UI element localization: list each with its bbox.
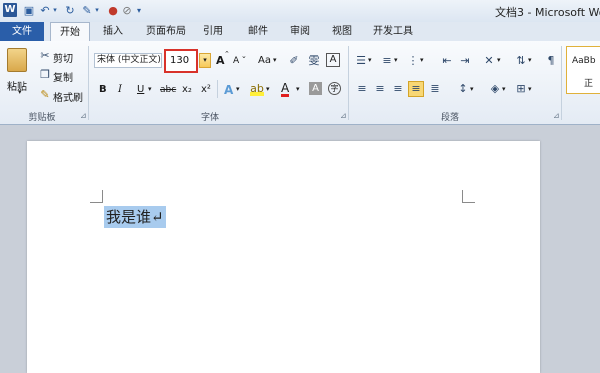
decrease-indent-icon[interactable]: ⇤ [440, 54, 454, 68]
strikethrough-button[interactable]: abc [160, 85, 176, 95]
format-painter-icon[interactable]: ✎ [38, 88, 52, 102]
multilevel-list-icon[interactable]: ⋮ [406, 54, 420, 68]
grow-arrow-icon: ⌃ [224, 50, 230, 58]
undo-icon[interactable]: ↶ [38, 3, 52, 18]
paste-icon[interactable] [7, 48, 27, 72]
shrink-arrow-icon: ⌄ [241, 52, 247, 60]
format-dropdown-icon[interactable]: ▾ [93, 3, 101, 18]
borders-dropdown-icon[interactable]: ▾ [528, 85, 532, 93]
underline-dropdown-icon[interactable]: ▾ [148, 85, 152, 93]
superscript-button[interactable]: x² [201, 84, 211, 95]
format-painter-qa-icon[interactable]: ✎ [80, 3, 94, 18]
selected-text[interactable]: 我是谁↵ [104, 206, 166, 228]
group-divider [348, 46, 349, 120]
line-spacing-dropdown-icon[interactable]: ▾ [470, 85, 474, 93]
scissors-icon[interactable]: ✂ [38, 49, 52, 63]
phonetic-guide-icon[interactable]: 雯 [307, 54, 321, 68]
font-color-dropdown-icon[interactable]: ▾ [296, 85, 300, 93]
bold-button[interactable]: B [99, 84, 107, 95]
enclose-characters-icon[interactable]: 字 [328, 82, 341, 95]
highlight-dropdown-icon[interactable]: ▾ [266, 85, 270, 93]
text-effects-button[interactable]: A [224, 83, 233, 97]
draw-icon[interactable]: ⊘ [120, 3, 134, 18]
chinese-layout-dropdown-icon[interactable]: ▾ [497, 56, 501, 64]
justify-icon[interactable]: ≡ [408, 81, 424, 97]
increase-indent-icon[interactable]: ⇥ [458, 54, 472, 68]
tab-review[interactable]: 审阅 [285, 22, 315, 41]
shading-dropdown-icon[interactable]: ▾ [502, 85, 506, 93]
text-effects-dropdown-icon[interactable]: ▾ [236, 85, 240, 93]
window-title: 文档3 - Microsoft Word [495, 6, 600, 19]
change-case-dropdown-icon[interactable]: ▾ [273, 56, 277, 64]
customize-qa-icon[interactable]: ▾ [134, 3, 144, 18]
copy-icon[interactable]: ❐ [38, 68, 52, 82]
numbering-icon[interactable]: ≡ [380, 54, 394, 68]
clear-formatting-icon[interactable]: ✐ [287, 54, 301, 68]
tab-references[interactable]: 引用 [198, 22, 228, 41]
paragraph-group-label: 段落 [440, 113, 459, 123]
highlight-icon[interactable]: ab [250, 82, 264, 96]
line-spacing-icon[interactable]: ↕ [456, 82, 470, 96]
save-icon[interactable]: ▣ [22, 3, 36, 18]
show-marks-icon[interactable]: ¶ [544, 54, 558, 68]
undo-dropdown-icon[interactable]: ▾ [51, 3, 59, 18]
multilevel-dropdown-icon[interactable]: ▾ [420, 56, 424, 64]
sort-icon[interactable]: ⇅ [514, 54, 528, 68]
font-group-label: 字体 [200, 113, 219, 123]
style-name: 正 [584, 79, 594, 89]
tab-page-layout[interactable]: 页面布局 [137, 22, 195, 41]
bullets-icon[interactable]: ☰ [354, 54, 368, 68]
change-case-button[interactable]: Aa [258, 55, 271, 66]
font-size-field[interactable]: 130 [170, 55, 189, 66]
redo-icon[interactable]: ↻ [63, 3, 77, 18]
margin-corner-top-left [90, 190, 103, 203]
shading-icon[interactable]: ◈ [488, 82, 502, 96]
tab-developer[interactable]: 开发工具 [369, 22, 417, 41]
align-left-icon[interactable]: ≡ [355, 82, 369, 96]
align-right-icon[interactable]: ≡ [391, 82, 405, 96]
group-divider [561, 46, 562, 120]
distributed-icon[interactable]: ≣ [428, 82, 442, 96]
character-border-icon[interactable]: A [326, 53, 340, 67]
shrink-font-button[interactable]: A [233, 56, 239, 66]
paste-dropdown-icon[interactable]: ▾ [18, 88, 22, 96]
tab-file[interactable]: 文件 [0, 22, 44, 41]
italic-button[interactable]: I [118, 84, 122, 95]
color-wheel-icon[interactable]: ● [106, 3, 120, 18]
tab-mailings[interactable]: 邮件 [243, 22, 273, 41]
font-color-button[interactable]: A [281, 82, 290, 97]
document-page[interactable] [27, 141, 540, 373]
margin-corner-top-right [462, 190, 475, 203]
subscript-button[interactable]: x₂ [182, 84, 192, 95]
style-preview: AaBb [572, 56, 596, 66]
sort-dropdown-icon[interactable]: ▾ [528, 56, 532, 64]
paste-button[interactable]: 粘贴 [7, 78, 27, 93]
group-divider [88, 46, 89, 120]
style-normal[interactable] [566, 46, 600, 94]
font-name-field[interactable]: 宋体 (中文正文) [94, 53, 162, 68]
numbering-dropdown-icon[interactable]: ▾ [394, 56, 398, 64]
paragraph-launcher-icon[interactable]: ⊿ [553, 111, 560, 120]
font-launcher-icon[interactable]: ⊿ [340, 111, 347, 120]
clipboard-group-label: 剪贴板 [28, 113, 56, 123]
copy-button[interactable]: 复制 [53, 69, 73, 84]
word-app-icon[interactable]: W [3, 3, 17, 17]
cut-button[interactable]: 剪切 [53, 50, 73, 65]
character-shading-button[interactable]: A [309, 82, 322, 95]
font-size-dropdown-icon[interactable]: ▾ [199, 53, 211, 68]
tab-view[interactable]: 视图 [327, 22, 357, 41]
chinese-layout-icon[interactable]: ✕ [482, 54, 496, 68]
font-divider [217, 80, 218, 98]
bullets-dropdown-icon[interactable]: ▾ [368, 56, 372, 64]
tab-home[interactable]: 开始 [50, 22, 90, 41]
tab-insert[interactable]: 插入 [98, 22, 128, 41]
align-center-icon[interactable]: ≡ [373, 82, 387, 96]
clipboard-launcher-icon[interactable]: ⊿ [80, 111, 87, 120]
borders-icon[interactable]: ⊞ [514, 82, 528, 96]
format-painter-button[interactable]: 格式刷 [53, 89, 83, 104]
underline-button[interactable]: U [137, 84, 144, 95]
